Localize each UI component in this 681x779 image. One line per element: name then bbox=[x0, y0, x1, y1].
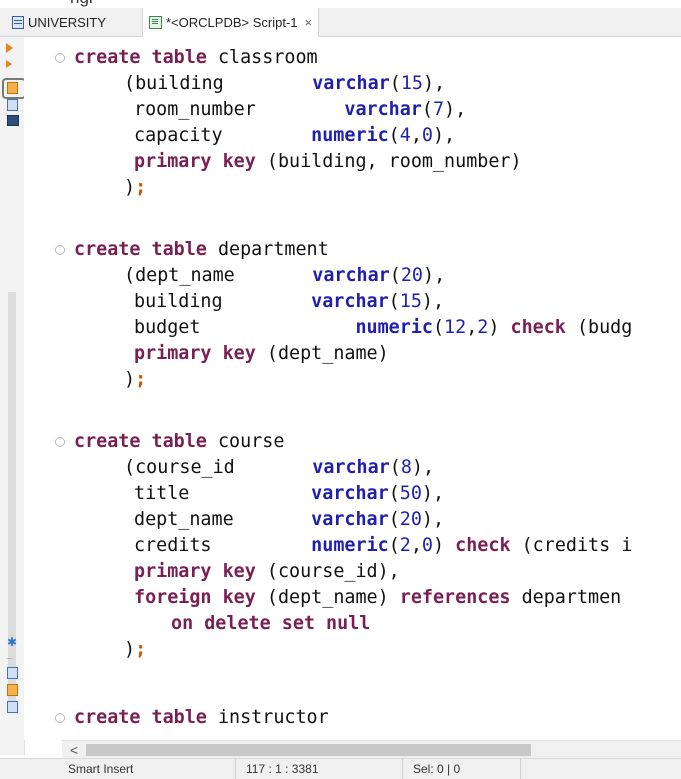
fold-marker[interactable] bbox=[55, 713, 65, 723]
fold-marker[interactable] bbox=[55, 53, 65, 63]
tab-script-label: *<ORCLPDB> Script-1 bbox=[166, 15, 298, 30]
history-icon[interactable] bbox=[7, 99, 18, 111]
panel-splitter[interactable] bbox=[8, 292, 16, 712]
code-line: on delete set null bbox=[171, 613, 371, 634]
code-line: credits numeric(2,0) check (credits i bbox=[134, 535, 633, 556]
tab-university-label: UNIVERSITY bbox=[28, 14, 107, 30]
code-line: ); bbox=[124, 639, 147, 660]
code-line: capacity numeric(4,0), bbox=[134, 125, 456, 146]
execute-statement-icon[interactable] bbox=[6, 43, 17, 54]
code-line: (dept_name varchar(20), bbox=[124, 265, 446, 286]
code-line: primary key (dept_name) bbox=[134, 343, 389, 364]
code-line: budget numeric(12,2) check (budg bbox=[134, 317, 633, 338]
code-line: title varchar(50), bbox=[134, 483, 445, 504]
code-line: primary key (course_id), bbox=[134, 561, 400, 582]
more-icon[interactable]: ..... bbox=[6, 653, 17, 665]
export-icon[interactable] bbox=[7, 667, 18, 679]
insert-mode-status[interactable]: Smart Insert bbox=[68, 759, 133, 779]
status-bar: Smart Insert 117 : 1 : 3381 Sel: 0 | 0 bbox=[0, 758, 681, 779]
code-line: ); bbox=[124, 177, 147, 198]
terminal-icon[interactable] bbox=[7, 115, 19, 126]
explain-plan-icon[interactable] bbox=[7, 82, 18, 94]
close-icon[interactable]: × bbox=[305, 15, 313, 30]
code-line: building varchar(15), bbox=[134, 291, 445, 312]
execute-script-icon[interactable] bbox=[6, 60, 17, 71]
code-line: dept_name varchar(20), bbox=[134, 509, 445, 530]
code-line: create table instructor bbox=[74, 707, 329, 728]
sql-editor[interactable]: create table classroom (building varchar… bbox=[24, 37, 681, 740]
status-divider bbox=[520, 759, 522, 779]
fold-marker[interactable] bbox=[55, 437, 65, 447]
code-line: create table classroom bbox=[74, 47, 318, 68]
top-cut-text-strip: ngi bbox=[0, 0, 681, 8]
code-line: room_number varchar(7), bbox=[134, 99, 467, 120]
tab-university[interactable]: UNIVERSITY bbox=[12, 8, 106, 36]
cursor-position-status[interactable]: 117 : 1 : 3381 bbox=[235, 759, 319, 779]
code-line: (building varchar(15), bbox=[124, 73, 446, 94]
code-line: foreign key (dept_name) references depar… bbox=[134, 587, 622, 608]
scroll-left-icon[interactable]: < bbox=[70, 741, 78, 759]
sql-script-icon bbox=[149, 16, 162, 29]
database-icon bbox=[12, 15, 24, 29]
code-line: create table department bbox=[74, 239, 329, 260]
fold-marker[interactable] bbox=[55, 245, 65, 255]
top-cut-text: ngi bbox=[70, 0, 93, 8]
editor-tab-bar: UNIVERSITY *<ORCLPDB> Script-1 × bbox=[0, 8, 681, 37]
code-line: create table course bbox=[74, 431, 285, 452]
code-line: ); bbox=[124, 369, 147, 390]
scrollbar-thumb[interactable] bbox=[86, 744, 531, 756]
tab-script-1[interactable]: *<ORCLPDB> Script-1 × bbox=[142, 8, 320, 37]
new-script-icon[interactable] bbox=[7, 684, 18, 696]
settings-icon[interactable]: ✱ bbox=[7, 636, 18, 648]
code-line: (course_id varchar(8), bbox=[124, 457, 435, 478]
code-line: primary key (building, room_number) bbox=[134, 151, 522, 172]
save-icon[interactable] bbox=[7, 701, 18, 713]
selection-status: Sel: 0 | 0 bbox=[402, 759, 460, 779]
editor-left-toolbar: ✱ ..... bbox=[0, 37, 26, 755]
horizontal-scrollbar[interactable]: < bbox=[62, 740, 681, 759]
